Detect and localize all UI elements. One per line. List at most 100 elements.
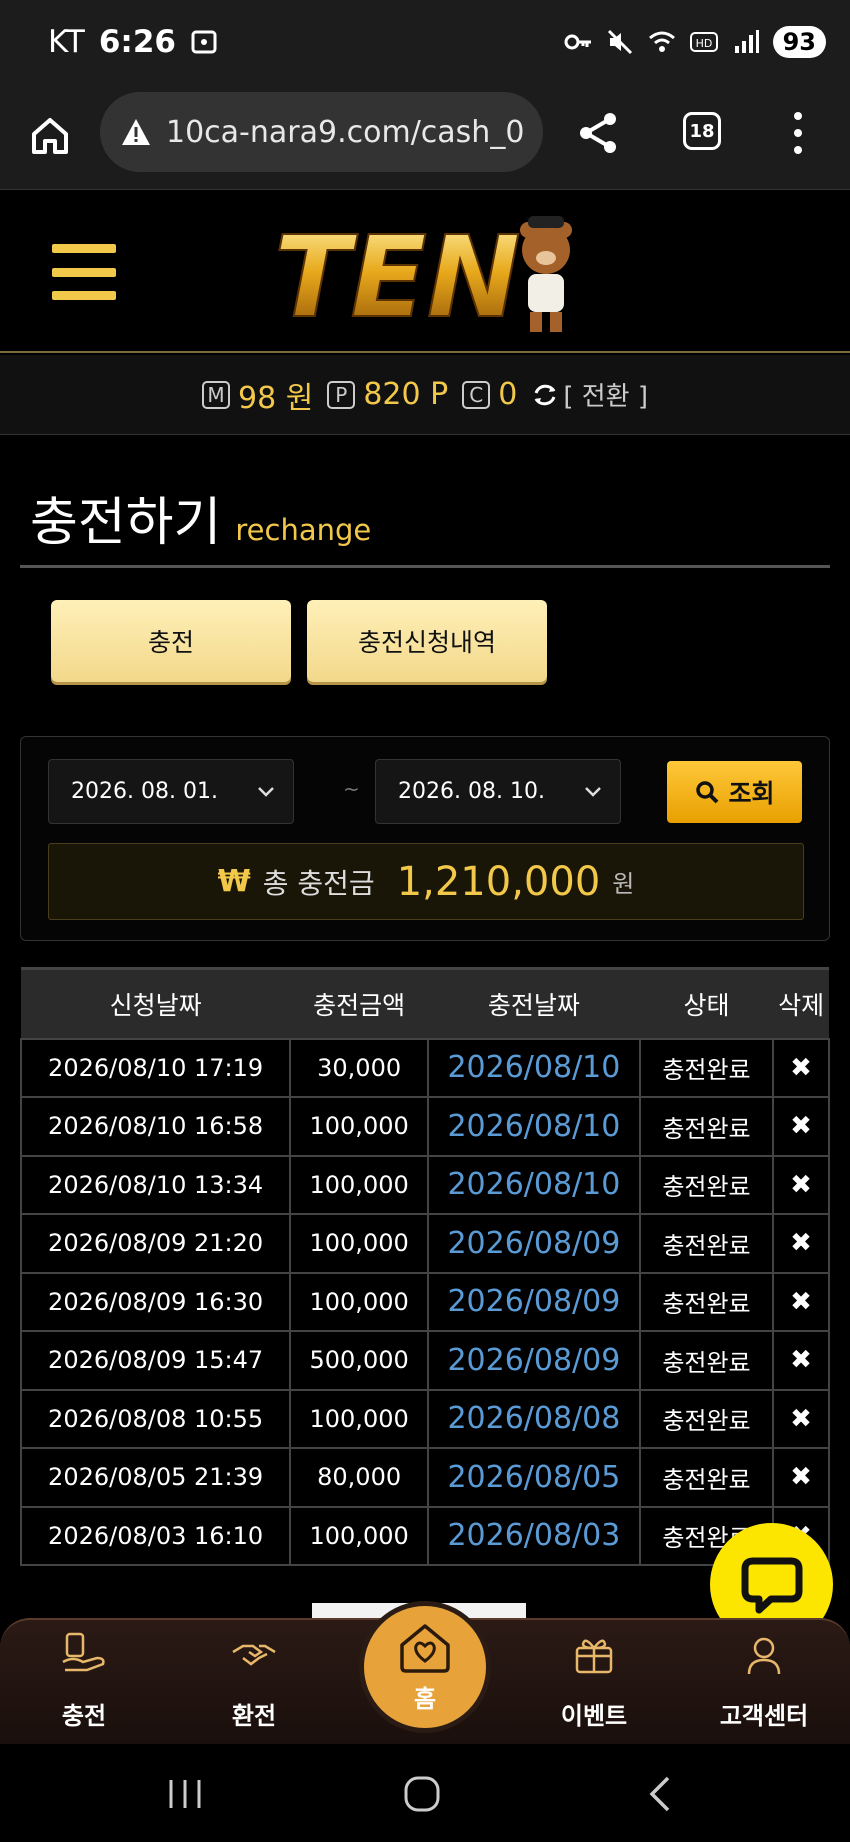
point-balance: P 820 P [327, 377, 448, 412]
nav-support[interactable]: 고객센터 [704, 1628, 824, 1731]
signal-icon [734, 30, 759, 53]
date-from-select[interactable]: 2026. 08. 01. [48, 759, 294, 824]
money-balance: M 98 원 [202, 373, 313, 417]
charged-date-cell: 2026/08/10 [427, 1154, 641, 1215]
requested-date-cell: 2026/08/09 16:30 [19, 1271, 292, 1332]
table-row: 2026/08/10 16:58 100,000 2026/08/10 충전완료 ✖ [19, 1096, 830, 1157]
system-navigation-bar [0, 1744, 850, 1842]
amount-cell: 500,000 [289, 1330, 430, 1391]
delete-button[interactable]: ✖ [772, 1154, 830, 1215]
charged-date-cell: 2026/08/09 [427, 1213, 641, 1274]
url-text: 10ca-nara9.com/cash_0 [166, 114, 525, 150]
share-icon[interactable] [575, 110, 621, 156]
delete-button[interactable]: ✖ [772, 1447, 830, 1508]
amount-cell: 100,000 [289, 1505, 430, 1566]
table-row: 2026/08/03 16:10100,0002026/08/03충전완료✖ [19, 1505, 830, 1566]
amount-cell: 30,000 [289, 1037, 430, 1098]
status-cell: 충전완료 [638, 1271, 775, 1332]
wifi-icon [648, 31, 675, 52]
won-icon: ₩ [217, 864, 251, 899]
table-row: 2026/08/05 21:39 80,000 2026/08/05 충전완료 ✖ [19, 1447, 830, 1508]
battery-indicator: 93 [772, 26, 826, 58]
nav-charge[interactable]: 충전 [24, 1628, 144, 1731]
more-menu-icon[interactable] [786, 108, 810, 158]
system-back-icon[interactable] [640, 1772, 684, 1816]
page-title-english: rechange [235, 513, 372, 547]
charged-date-cell: 2026/08/09 [427, 1330, 641, 1391]
recent-apps-icon[interactable] [163, 1772, 207, 1816]
charged-date-cell: 2026/08/10 [427, 1096, 641, 1157]
nav-event[interactable]: 이벤트 [534, 1628, 654, 1731]
search-button-label: 조회 [728, 779, 775, 808]
bear-mascot-icon [520, 216, 572, 332]
status-cell: 충전완료 [638, 1388, 775, 1449]
system-home-icon[interactable] [400, 1772, 444, 1816]
hd-icon: HD [689, 32, 718, 52]
delete-button[interactable]: ✖ [772, 1213, 830, 1274]
status-bar: KT 6:26 HD 93 [0, 0, 850, 92]
delete-button[interactable]: ✖ [772, 1037, 830, 1098]
amount-cell: 80,000 [289, 1447, 430, 1508]
charged-date-cell: 2026/08/05 [427, 1447, 641, 1508]
svg-text:HD: HD [695, 37, 712, 50]
nav-event-label: 이벤트 [560, 1702, 628, 1730]
screenshot-icon [191, 30, 217, 54]
table-row: 2026/08/09 21:20 100,000 2026/08/09 충전완료 ✖ [19, 1213, 830, 1274]
convert-label: [ 전환 ] [563, 382, 648, 412]
delete-button[interactable]: ✖ [772, 1096, 830, 1157]
convert-button[interactable]: [ 전환 ] [531, 376, 648, 413]
status-cell: 충전완료 [638, 1037, 775, 1098]
total-charge-amount: 1,210,000 [396, 858, 601, 905]
nav-home[interactable]: 홈 [359, 1601, 491, 1733]
requested-date-cell: 2026/08/10 16:58 [19, 1096, 292, 1157]
tab-switcher-button[interactable]: 18 [683, 112, 721, 150]
table-row: 2026/08/08 10:55 100,000 2026/08/08 충전완료 ✖ [19, 1388, 830, 1449]
column-header: 신청날짜 [21, 967, 291, 1039]
hand-coin-icon [62, 1632, 105, 1672]
requested-date-cell: 2026/08/09 21:20 [19, 1213, 292, 1274]
status-cell: 충전완료 [638, 1447, 775, 1508]
point-badge-icon: P [327, 380, 356, 409]
amount-cell: 100,000 [289, 1388, 430, 1449]
site-logo[interactable]: TEN [266, 208, 586, 338]
nav-support-label: 고객센터 [719, 1702, 809, 1730]
status-cell: 충전완료 [638, 1213, 775, 1274]
search-button[interactable]: 조회 [667, 761, 802, 823]
table-row: 2026/08/09 15:47 500,000 2026/08/09 충전완료 ✖ [19, 1330, 830, 1391]
nav-home-label: 홈 [413, 1684, 437, 1713]
table-row: 2026/08/10 13:34 100,000 2026/08/10 충전완료 ✖ [19, 1154, 830, 1215]
home-icon[interactable] [28, 114, 72, 158]
tab-charge-history[interactable]: 충전신청내역 [307, 600, 547, 682]
requested-date-cell: 2026/08/05 21:39 [19, 1447, 292, 1508]
requested-date-cell: 2026/08/10 13:34 [19, 1154, 292, 1215]
address-bar[interactable]: 10ca-nara9.com/cash_0 [100, 92, 543, 172]
key-icon [564, 34, 591, 50]
status-right: HD 93 [563, 26, 826, 58]
charged-date-cell: 2026/08/09 [427, 1271, 641, 1332]
status-cell: 충전완료 [638, 1154, 775, 1215]
delete-button[interactable]: ✖ [772, 1330, 830, 1391]
date-to-value: 2026. 08. 10. [398, 779, 545, 804]
delete-button[interactable]: ✖ [772, 1388, 830, 1449]
requested-date-cell: 2026/08/09 15:47 [19, 1330, 292, 1391]
amount-cell: 100,000 [289, 1213, 430, 1274]
page-title-korean: 충전하기 [30, 493, 222, 553]
page-title: 충전하기 rechange [30, 480, 371, 555]
hamburger-menu-icon[interactable] [52, 244, 116, 300]
column-header: 삭제 [773, 967, 829, 1039]
status-cell: 충전완료 [638, 1096, 775, 1157]
date-to-select[interactable]: 2026. 08. 10. [375, 759, 621, 824]
total-charge-unit: 원 [612, 870, 635, 898]
search-panel: 2026. 08. 01. ~ 2026. 08. 10. 조회 ₩ 총 충전금… [20, 736, 830, 941]
tab-charge[interactable]: 충전 [51, 600, 291, 682]
table-row: 2026/08/10 17:19 30,000 2026/08/10 충전완료 ✖ [19, 1037, 830, 1098]
charged-date-cell: 2026/08/03 [427, 1505, 641, 1566]
headset-agent-icon [747, 1637, 781, 1675]
title-divider [20, 565, 830, 568]
total-charge-label: 총 충전금 [262, 866, 375, 900]
column-header: 충전금액 [290, 967, 429, 1039]
carrier-label: KT [48, 24, 85, 60]
search-icon [696, 781, 719, 804]
delete-button[interactable]: ✖ [772, 1271, 830, 1332]
nav-exchange[interactable]: 환전 [194, 1628, 314, 1731]
